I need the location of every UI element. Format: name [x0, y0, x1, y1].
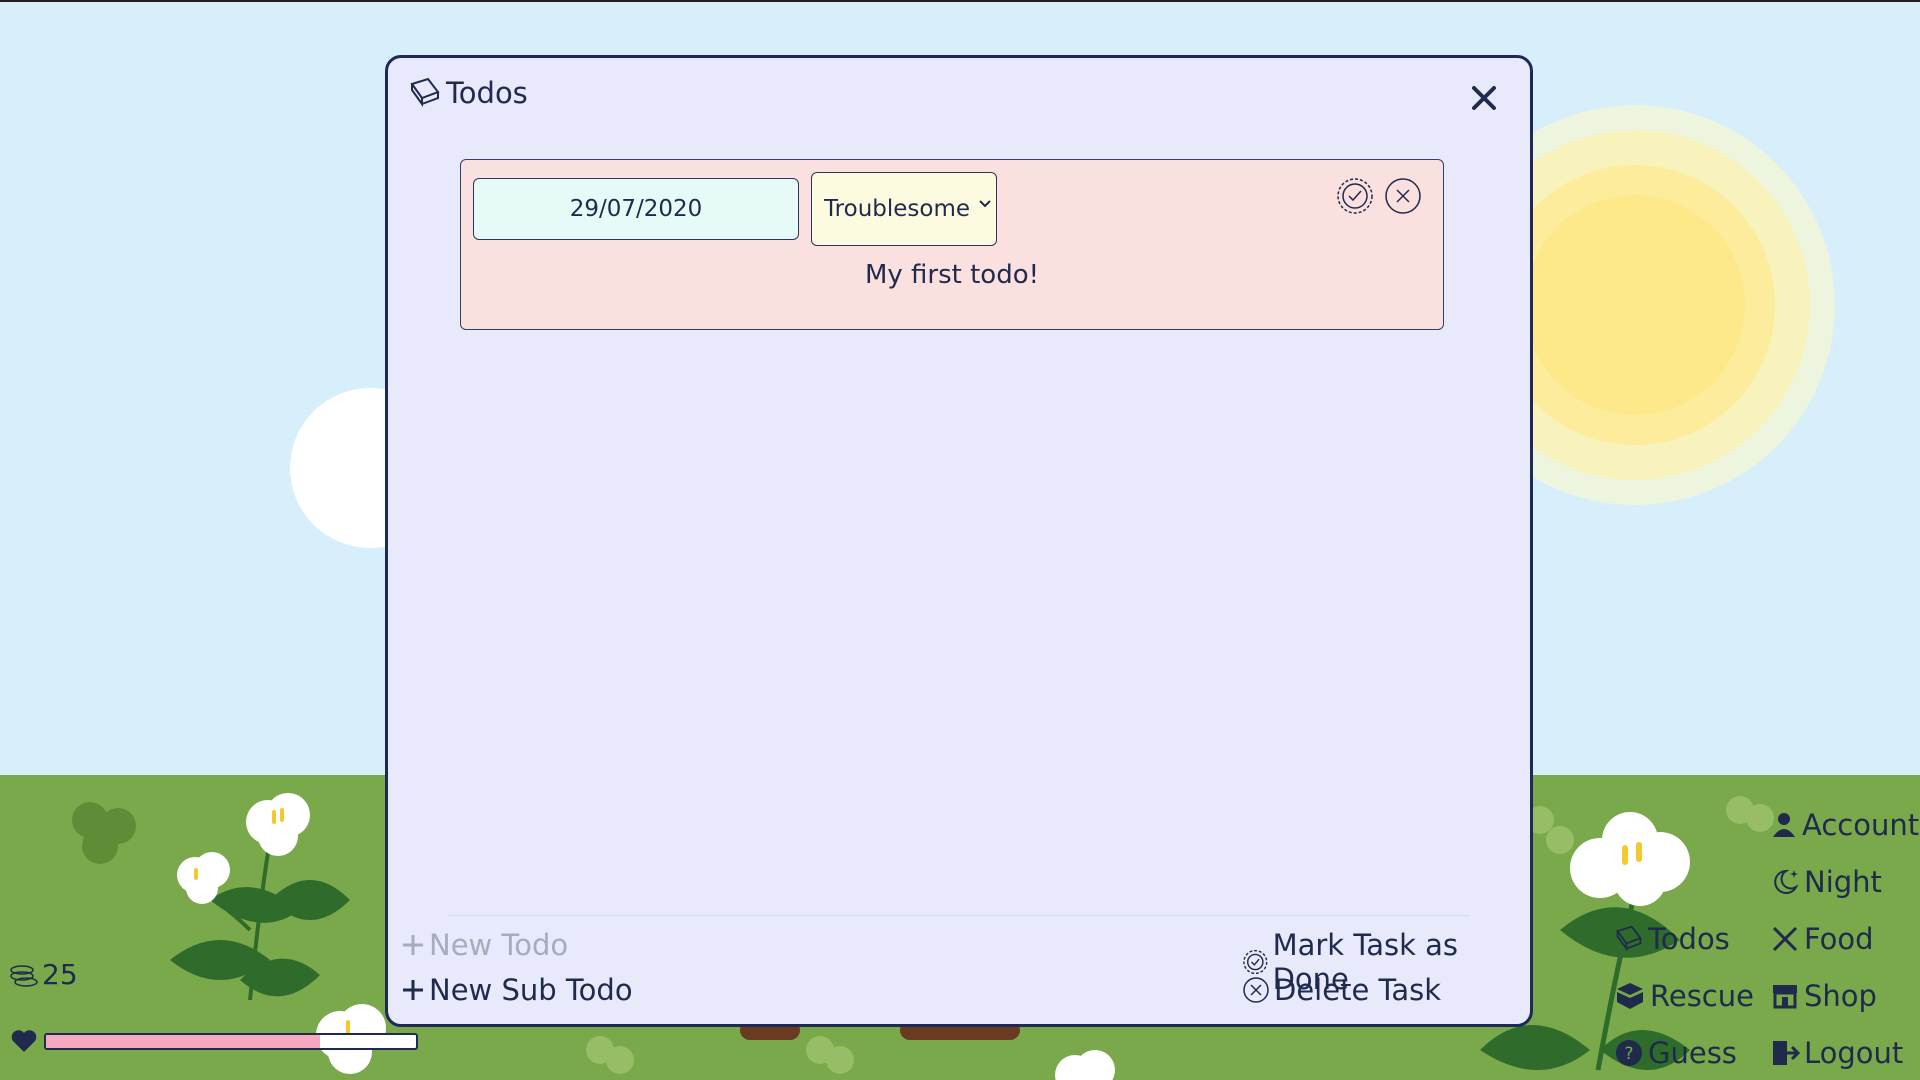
plus-icon [403, 980, 423, 1000]
difficulty-value: Troublesome [824, 196, 971, 222]
due-date-input[interactable] [473, 178, 799, 240]
nav-guess[interactable]: ? Guess [1614, 1036, 1737, 1070]
coin-count: 25 [8, 958, 78, 991]
book-icon [1616, 925, 1642, 952]
delete-task-button[interactable]: Delete Task [1242, 973, 1441, 1007]
modal-header: Todos [408, 76, 528, 110]
health-bar-fill [46, 1034, 320, 1048]
svg-text:?: ? [1624, 1044, 1633, 1064]
utensils-icon [1772, 926, 1798, 952]
nav-food-label: Food [1804, 922, 1874, 956]
new-sub-todo-label: New Sub Todo [429, 973, 633, 1007]
difficulty-select[interactable]: Troublesome [811, 172, 997, 246]
coin-value: 25 [42, 958, 78, 991]
coins-icon [10, 964, 38, 987]
footer-divider [448, 915, 1470, 916]
todo-text: My first todo! [864, 260, 1040, 290]
question-icon: ? [1616, 1040, 1642, 1066]
nav-todos-label: Todos [1648, 922, 1730, 956]
todo-item: Troublesome My first todo! [460, 159, 1444, 330]
nav-logout[interactable]: Logout [1770, 1036, 1903, 1070]
box-icon [1617, 983, 1643, 1009]
plus-icon [403, 935, 423, 955]
nav-night[interactable]: Night [1770, 865, 1882, 899]
health-status [10, 1028, 418, 1054]
nav-night-label: Night [1804, 865, 1882, 899]
nav-account-label: Account [1802, 808, 1920, 842]
nav-food[interactable]: Food [1770, 922, 1874, 956]
nav-todos[interactable]: Todos [1614, 922, 1730, 956]
nav-account[interactable]: Account [1770, 808, 1919, 842]
nav-guess-label: Guess [1648, 1036, 1737, 1070]
health-bar [44, 1032, 418, 1050]
nav-rescue[interactable]: Rescue [1614, 979, 1754, 1013]
todos-modal: Todos Troublesome My first todo! New Tod… [385, 55, 1533, 1027]
nav-shop[interactable]: Shop [1770, 979, 1877, 1013]
moon-star-icon [1774, 869, 1799, 894]
mark-done-icon[interactable] [1335, 176, 1375, 216]
book-icon [410, 77, 440, 108]
chevron-down-icon [979, 200, 991, 208]
new-todo-button[interactable]: New Todo [401, 928, 568, 962]
nav-logout-label: Logout [1804, 1036, 1904, 1070]
delete-icon[interactable] [1383, 176, 1423, 216]
x-circle-icon [1243, 977, 1269, 1003]
user-icon [1773, 813, 1795, 837]
check-circle-icon [1243, 949, 1268, 975]
heart-icon [11, 1030, 37, 1052]
logout-icon [1773, 1041, 1800, 1065]
new-todo-label: New Todo [429, 928, 569, 962]
delete-task-label: Delete Task [1274, 973, 1442, 1007]
new-sub-todo-button[interactable]: New Sub Todo [401, 973, 633, 1007]
nav-shop-label: Shop [1804, 979, 1877, 1013]
store-icon [1773, 985, 1797, 1009]
nav-rescue-label: Rescue [1650, 979, 1754, 1013]
close-icon[interactable] [1464, 78, 1504, 118]
modal-title: Todos [446, 76, 528, 110]
